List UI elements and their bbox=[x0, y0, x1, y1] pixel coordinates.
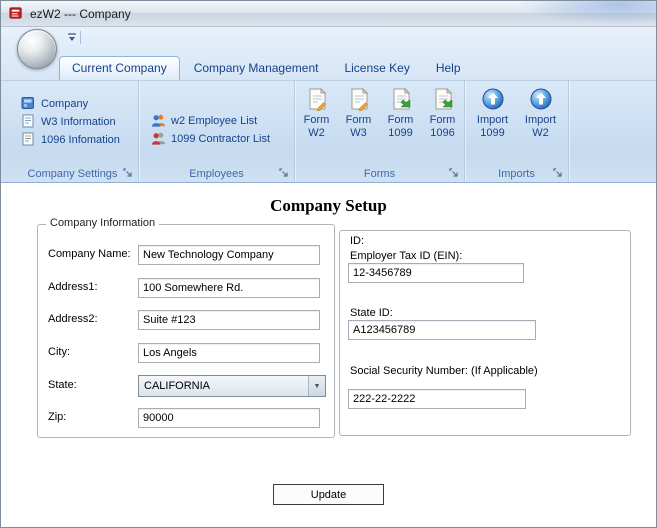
item-label-line1: Form bbox=[303, 114, 330, 126]
import-w2-icon bbox=[529, 87, 553, 111]
item-label-line2: 1099 bbox=[480, 127, 505, 139]
item-label-line2: 1096 bbox=[430, 127, 455, 139]
ribbon-item-import-w2[interactable]: Import W2 bbox=[518, 87, 564, 165]
form-1099-icon bbox=[389, 87, 413, 111]
state-select-value: CALIFORNIA bbox=[144, 380, 211, 392]
item-label-line2: W2 bbox=[308, 127, 325, 139]
ribbon-item-label: 1099 Contractor List bbox=[171, 132, 271, 145]
zip-input[interactable] bbox=[138, 408, 320, 428]
state-id-label: State ID: bbox=[350, 307, 393, 319]
window-title: ezW2 --- Company bbox=[30, 6, 131, 21]
zip-label: Zip: bbox=[48, 411, 67, 423]
imports-dialog-launcher-icon[interactable] bbox=[553, 168, 563, 178]
group-label-imports: Imports bbox=[465, 165, 568, 182]
forms-dialog-launcher-icon[interactable] bbox=[449, 168, 459, 178]
app-window: ezW2 --- Company Current Company Company… bbox=[0, 0, 657, 528]
ribbon-item-form-1096[interactable]: Form 1096 bbox=[423, 87, 463, 165]
state-select[interactable]: CALIFORNIA ▼ bbox=[138, 375, 326, 397]
company-icon bbox=[21, 96, 36, 111]
group-label-employees: Employees bbox=[139, 165, 294, 182]
address2-input[interactable] bbox=[138, 310, 320, 330]
company-information-legend: Company Information bbox=[46, 217, 160, 229]
ribbon-group-forms: Form W2 Form W3 Form 1099 Form 1096 Form… bbox=[295, 81, 465, 182]
group-label-text: Forms bbox=[363, 167, 396, 180]
page-title: Company Setup bbox=[270, 196, 387, 215]
group-label-text: Employees bbox=[189, 167, 244, 180]
item-label-line2: 1099 bbox=[388, 127, 413, 139]
form-w3-icon bbox=[347, 87, 371, 111]
group-label-text: Imports bbox=[498, 167, 535, 180]
id-heading: ID: bbox=[350, 235, 365, 247]
employees-dialog-launcher-icon[interactable] bbox=[279, 168, 289, 178]
tab-help[interactable]: Help bbox=[424, 57, 473, 80]
city-label: City: bbox=[48, 346, 70, 358]
ein-input[interactable] bbox=[348, 263, 524, 283]
city-input[interactable] bbox=[138, 343, 320, 363]
employee-people-icon bbox=[151, 113, 166, 128]
tab-current-company[interactable]: Current Company bbox=[59, 56, 180, 80]
tab-license-key[interactable]: License Key bbox=[332, 57, 421, 80]
item-label-line1: Form bbox=[387, 114, 414, 126]
address2-label: Address2: bbox=[48, 313, 98, 325]
update-button[interactable]: Update bbox=[273, 484, 384, 505]
ssn-label: Social Security Number: (If Applicable) bbox=[350, 365, 538, 377]
ribbon-item-label: Company bbox=[41, 97, 89, 110]
dropdown-arrow-icon[interactable]: ▼ bbox=[308, 376, 325, 396]
titlebar: ezW2 --- Company bbox=[1, 1, 656, 27]
application-menu-button[interactable] bbox=[17, 29, 57, 69]
ribbon-item-company[interactable]: Company bbox=[21, 95, 138, 112]
state-id-input[interactable] bbox=[348, 320, 536, 340]
ribbon-item-1099-contractor-list[interactable]: 1099 Contractor List bbox=[151, 130, 294, 147]
ribbon-item-1096-information[interactable]: 1096 Infomation bbox=[21, 131, 138, 148]
company-information-groupbox: Company Information Company Name: Addres… bbox=[37, 217, 335, 438]
ribbon: Company W3 Information 1096 Infomation C… bbox=[1, 81, 656, 183]
form-1096-icon-large bbox=[431, 87, 455, 111]
ribbon-tabs: Current Company Company Management Licen… bbox=[59, 56, 473, 80]
group-label-company-settings: Company Settings bbox=[7, 165, 138, 182]
ein-label: Employer Tax ID (EIN): bbox=[350, 250, 463, 262]
state-label: State: bbox=[48, 379, 77, 391]
id-groupbox: ID: Employer Tax ID (EIN): State ID: Soc… bbox=[339, 230, 631, 436]
ribbon-item-label: 1096 Infomation bbox=[41, 133, 120, 146]
quick-access-toolbar bbox=[67, 31, 81, 44]
group-label-text: Company Settings bbox=[27, 167, 118, 180]
ribbon-item-label: W3 Information bbox=[41, 115, 116, 128]
contractor-people-icon bbox=[151, 131, 166, 146]
tab-company-management[interactable]: Company Management bbox=[182, 57, 331, 80]
form-1096-icon bbox=[21, 132, 36, 147]
app-icon bbox=[9, 6, 24, 21]
ribbon-group-employees: w2 Employee List 1099 Contractor List Em… bbox=[139, 81, 295, 182]
ribbon-item-w2-employee-list[interactable]: w2 Employee List bbox=[151, 112, 294, 129]
ribbon-item-form-w3[interactable]: Form W3 bbox=[339, 87, 379, 165]
item-label-line2: W3 bbox=[350, 127, 367, 139]
item-label-line1: Import bbox=[524, 114, 557, 126]
item-label-line2: W2 bbox=[532, 127, 549, 139]
ribbon-group-imports: Import 1099 Import W2 Imports bbox=[465, 81, 569, 182]
ssn-input[interactable] bbox=[348, 389, 526, 409]
address1-input[interactable] bbox=[138, 278, 320, 298]
import-1099-icon bbox=[481, 87, 505, 111]
ribbon-item-label: w2 Employee List bbox=[171, 114, 258, 127]
qat-customize-icon[interactable] bbox=[67, 31, 81, 44]
form-w2-icon bbox=[305, 87, 329, 111]
ribbon-item-import-1099[interactable]: Import 1099 bbox=[470, 87, 516, 165]
company-settings-dialog-launcher-icon[interactable] bbox=[123, 168, 133, 178]
company-setup-panel: Company Setup Company Information Compan… bbox=[1, 184, 656, 527]
company-name-input[interactable] bbox=[138, 245, 320, 265]
ribbon-group-company-settings: Company W3 Information 1096 Infomation C… bbox=[7, 81, 139, 182]
address1-label: Address1: bbox=[48, 281, 98, 293]
group-label-forms: Forms bbox=[295, 165, 464, 182]
w3-form-icon bbox=[21, 114, 36, 129]
ribbon-item-form-1099[interactable]: Form 1099 bbox=[381, 87, 421, 165]
ribbon-item-form-w2[interactable]: Form W2 bbox=[297, 87, 337, 165]
company-name-label: Company Name: bbox=[48, 248, 131, 260]
ribbon-item-w3-information[interactable]: W3 Information bbox=[21, 113, 138, 130]
item-label-line1: Form bbox=[429, 114, 456, 126]
item-label-line1: Import bbox=[476, 114, 509, 126]
ribbon-header: Current Company Company Management Licen… bbox=[1, 27, 656, 81]
item-label-line1: Form bbox=[345, 114, 372, 126]
